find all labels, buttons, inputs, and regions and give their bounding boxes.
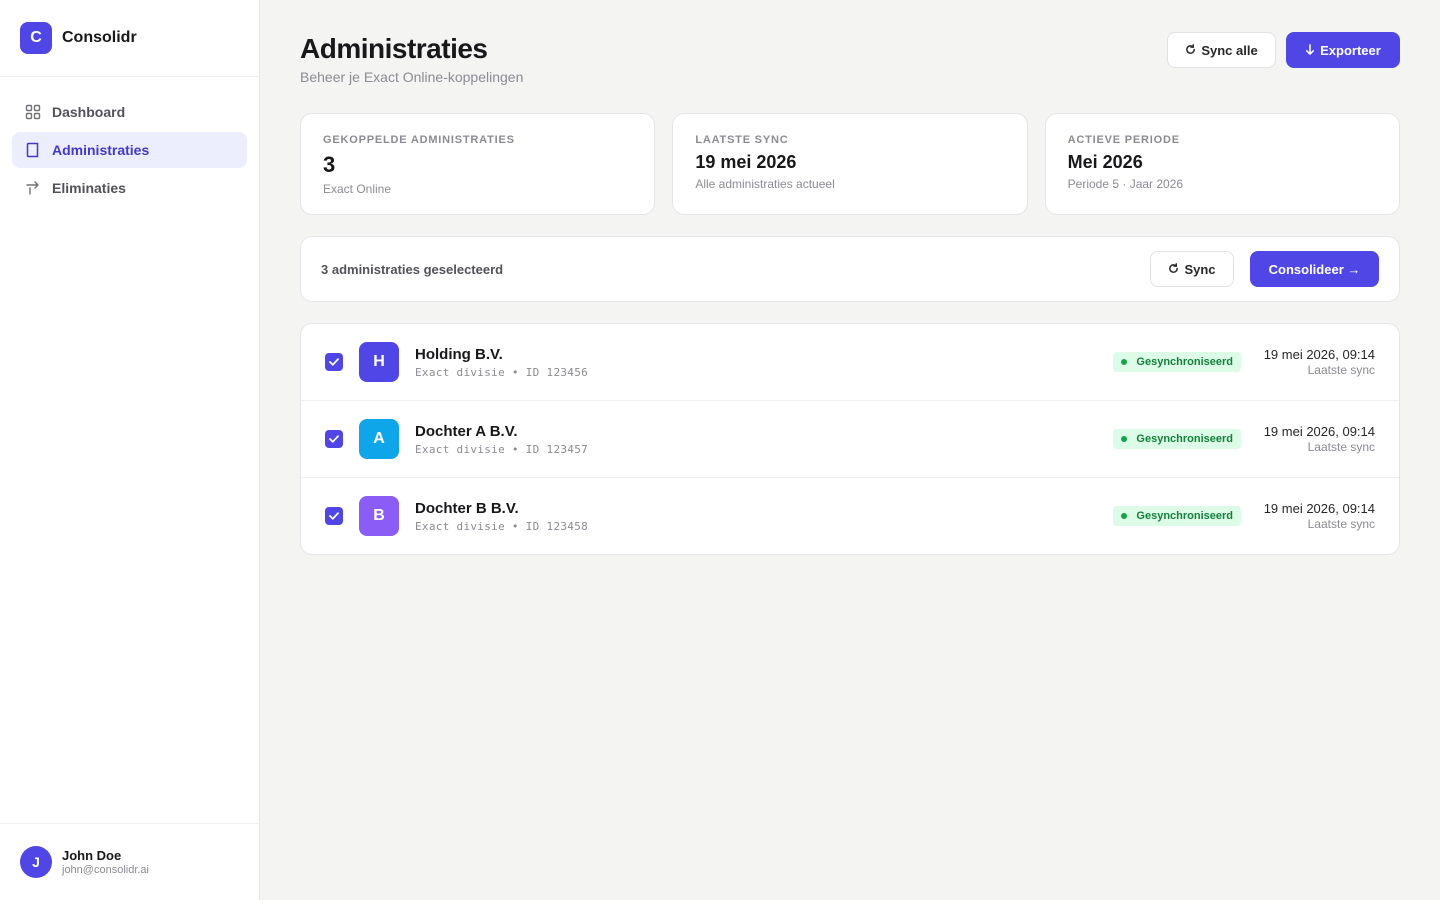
page-title: Administraties: [300, 33, 488, 64]
sync-label: Sync: [1184, 261, 1216, 277]
org-avatar: B: [359, 496, 399, 536]
stat-sub: Periode 5 · Jaar 2026: [1067, 177, 1184, 191]
sync-label: Laatste sync: [1307, 440, 1375, 454]
stat-value: 19 mei 2026: [695, 152, 797, 172]
org-meta: Exact divisie • ID 123456: [415, 365, 589, 379]
stat-label: GEKOPPELDE ADMINISTRATIES: [323, 134, 515, 146]
stat-value: 3: [323, 152, 336, 177]
status-text: Gesynchroniseerd: [1136, 433, 1233, 445]
refresh-icon: [1168, 262, 1179, 277]
org-info: Dochter A B.V. Exact divisie • ID 123457: [415, 423, 1113, 456]
stats-row: GEKOPPELDE ADMINISTRATIES 3 Exact Online…: [300, 113, 1400, 215]
stat-sub: Alle administraties actueel: [695, 177, 835, 191]
org-meta: Exact divisie • ID 123458: [415, 519, 589, 533]
status-text: Gesynchroniseerd: [1136, 510, 1233, 522]
sidebar-nav: Dashboard Administraties Eliminaties: [0, 77, 259, 206]
sync-label: Laatste sync: [1307, 517, 1375, 531]
selection-count: 3 administraties geselecteerd: [321, 261, 504, 277]
stat-value: Mei 2026: [1067, 152, 1143, 172]
sync-info: 19 mei 2026, 09:14 Laatste sync: [1257, 424, 1375, 454]
brand[interactable]: C Consolidr: [0, 0, 259, 77]
refresh-icon: [1185, 43, 1196, 58]
org-info: Holding B.V. Exact divisie • ID 123456: [415, 346, 1113, 379]
sync-date: 19 mei 2026, 09:14: [1263, 424, 1375, 439]
sidebar-item-label: Dashboard: [52, 104, 126, 120]
consolidate-label: Consolideer →: [1268, 261, 1361, 277]
org-avatar: A: [359, 419, 399, 459]
row-checkbox[interactable]: [325, 507, 343, 525]
sync-info: 19 mei 2026, 09:14 Laatste sync: [1257, 347, 1375, 377]
org-name: Dochter B B.V.: [415, 499, 519, 517]
grid-icon: [24, 104, 41, 121]
sync-all-label: Sync alle: [1201, 42, 1258, 58]
user-meta: John Doe john@consolidr.ai: [62, 848, 149, 876]
check-icon: [329, 358, 339, 366]
org-meta: Exact divisie • ID 123457: [415, 442, 589, 456]
status-text: Gesynchroniseerd: [1136, 356, 1233, 368]
sidebar: C Consolidr Dashboard Administraties Eli…: [0, 0, 260, 900]
stat-card-laatste-sync: LAATSTE SYNC 19 mei 2026 Alle administra…: [672, 113, 1028, 215]
org-name: Holding B.V.: [415, 345, 503, 363]
user-name: John Doe: [62, 848, 122, 863]
brand-name: Consolidr: [62, 29, 137, 46]
page-subtitle: Beheer je Exact Online-koppelingen: [300, 69, 524, 85]
sidebar-item-label: Administraties: [52, 142, 150, 158]
check-icon: [329, 512, 339, 520]
main-content: Administraties Beheer je Exact Online-ko…: [300, 0, 1400, 555]
export-label: Exporteer: [1320, 42, 1381, 58]
brand-logo: C: [20, 22, 52, 54]
sidebar-item-eliminaties[interactable]: Eliminaties: [12, 170, 247, 206]
sync-all-button[interactable]: Sync alle: [1167, 32, 1276, 68]
sidebar-item-label: Eliminaties: [52, 180, 126, 196]
selection-toolbar: 3 administraties geselecteerd Sync Conso…: [300, 236, 1400, 302]
status-dot-icon: [1121, 359, 1128, 365]
list-item[interactable]: A Dochter A B.V. Exact divisie • ID 1234…: [301, 401, 1399, 478]
page-header: Administraties Beheer je Exact Online-ko…: [300, 0, 1400, 113]
org-info: Dochter B B.V. Exact divisie • ID 123458: [415, 500, 1113, 533]
export-button[interactable]: Exporteer: [1286, 32, 1400, 68]
stat-card-administraties: GEKOPPELDE ADMINISTRATIES 3 Exact Online: [300, 113, 656, 215]
row-checkbox[interactable]: [325, 430, 343, 448]
sidebar-item-dashboard[interactable]: Dashboard: [12, 94, 247, 130]
sync-info: 19 mei 2026, 09:14 Laatste sync: [1257, 501, 1375, 531]
sync-button[interactable]: Sync: [1150, 251, 1234, 287]
sync-label: Laatste sync: [1307, 363, 1375, 377]
org-name: Dochter A B.V.: [415, 422, 518, 440]
row-checkbox[interactable]: [325, 353, 343, 371]
list-item[interactable]: B Dochter B B.V. Exact divisie • ID 1234…: [301, 478, 1399, 554]
status-badge: Gesynchroniseerd: [1113, 352, 1241, 372]
sidebar-item-administraties[interactable]: Administraties: [12, 132, 247, 168]
arrows-icon: [24, 180, 41, 197]
toolbar-actions: Sync Consolideer →: [1150, 251, 1379, 287]
book-icon: [24, 142, 41, 159]
user-profile[interactable]: J John Doe john@consolidr.ai: [0, 823, 259, 900]
sync-date: 19 mei 2026, 09:14: [1263, 347, 1375, 362]
avatar: J: [20, 846, 52, 878]
check-icon: [329, 435, 339, 443]
status-dot-icon: [1121, 513, 1128, 519]
status-dot-icon: [1121, 436, 1128, 442]
stat-label: LAATSTE SYNC: [695, 134, 789, 146]
stat-card-actieve-periode: ACTIEVE PERIODE Mei 2026 Periode 5 · Jaa…: [1044, 113, 1400, 215]
header-actions: Sync alle Exporteer: [1167, 32, 1400, 68]
list-item[interactable]: H Holding B.V. Exact divisie • ID 123456…: [301, 324, 1399, 401]
arrow-down-icon: [1305, 43, 1315, 58]
status-badge: Gesynchroniseerd: [1113, 506, 1241, 526]
sync-date: 19 mei 2026, 09:14: [1263, 501, 1375, 516]
user-email: john@consolidr.ai: [62, 864, 149, 876]
org-avatar: H: [359, 342, 399, 382]
consolidate-button[interactable]: Consolideer →: [1250, 251, 1379, 287]
stat-label: ACTIEVE PERIODE: [1067, 134, 1180, 146]
administration-list: H Holding B.V. Exact divisie • ID 123456…: [300, 323, 1400, 555]
status-badge: Gesynchroniseerd: [1113, 429, 1241, 449]
stat-sub: Exact Online: [323, 182, 392, 196]
